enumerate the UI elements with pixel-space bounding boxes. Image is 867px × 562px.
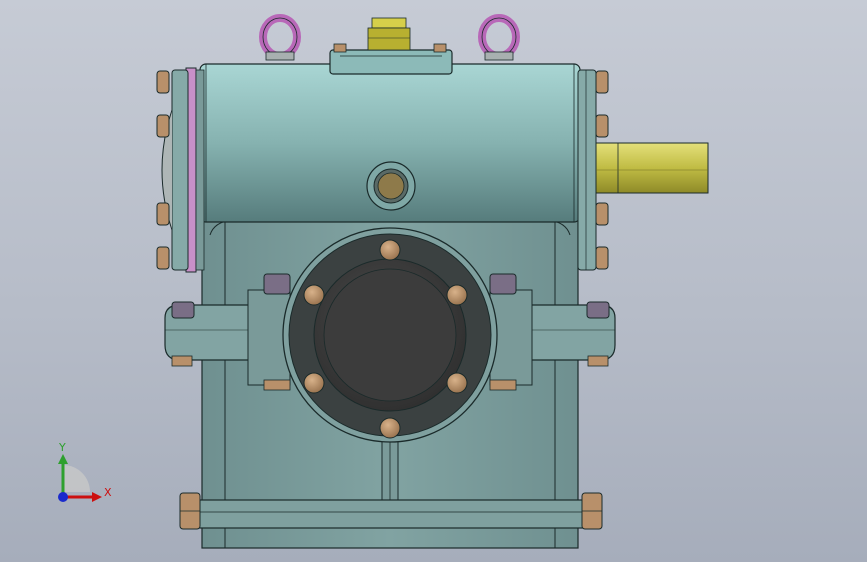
left-end-cover <box>161 67 205 273</box>
origin-dot <box>58 492 68 502</box>
input-shaft <box>595 142 709 194</box>
gearbox-model[interactable] <box>0 0 867 562</box>
housing-bolt <box>156 114 170 138</box>
housing-bolt <box>156 246 170 270</box>
lifting-eye-bolt-left <box>259 14 301 61</box>
housing-bolt <box>595 114 609 138</box>
housing-bolt <box>156 70 170 94</box>
y-axis-label: Y <box>59 441 66 454</box>
housing-bolt <box>595 246 609 270</box>
cap-bolt <box>446 284 468 306</box>
breather-plug <box>367 17 411 51</box>
housing-bolt <box>156 202 170 226</box>
cap-bolt <box>303 284 325 306</box>
axis-triad: Y X <box>50 440 120 510</box>
housing-bolt <box>595 70 609 94</box>
cad-viewport[interactable]: Y X <box>0 0 867 562</box>
cap-bolt <box>379 239 401 261</box>
x-axis-label: X <box>104 486 112 499</box>
lifting-eye-bolt-right <box>478 14 520 61</box>
housing-bolt <box>595 202 609 226</box>
cap-bolt <box>446 372 468 394</box>
cap-bolt <box>303 372 325 394</box>
oil-sight-plug <box>366 161 416 211</box>
right-end-cover <box>577 69 597 271</box>
cap-bolt <box>379 417 401 439</box>
